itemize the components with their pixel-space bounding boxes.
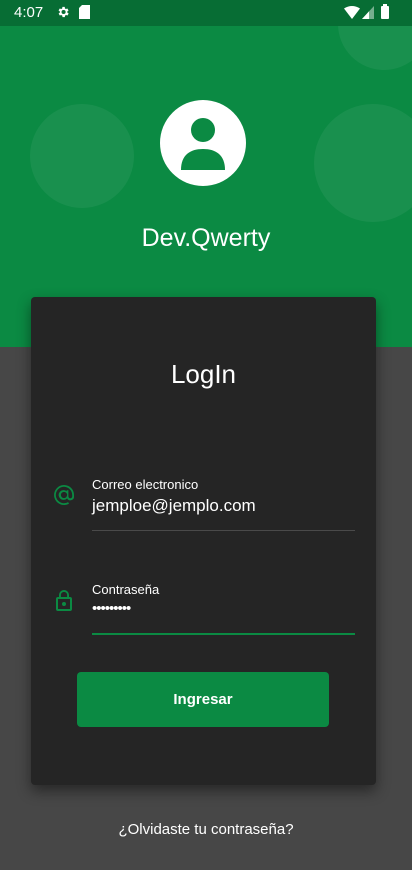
login-card: LogIn Correo electronico jemploe@jemplo.…	[31, 297, 376, 785]
email-label: Correo electronico	[92, 477, 199, 492]
forgot-password-link[interactable]: ¿Olvidaste tu contraseña?	[0, 821, 412, 838]
wifi-icon	[344, 6, 360, 19]
password-label: Contraseña	[92, 582, 160, 597]
email-underline	[92, 530, 355, 531]
login-button[interactable]: Ingresar	[77, 672, 329, 727]
email-field[interactable]: jemploe@jemplo.com	[92, 496, 256, 516]
status-time: 4:07	[14, 4, 44, 21]
lock-icon	[56, 590, 72, 611]
at-sign-icon	[54, 485, 75, 505]
battery-icon	[381, 4, 389, 19]
user-avatar-icon	[160, 100, 246, 186]
app-name: Dev.Qwerty	[141, 224, 271, 252]
status-bar: 4:07	[0, 0, 412, 26]
signal-icon	[362, 6, 374, 19]
password-underline	[92, 633, 355, 635]
gear-icon	[58, 6, 69, 18]
decorative-bubble	[314, 104, 412, 222]
sd-card-icon	[79, 5, 90, 19]
password-field[interactable]: •••••••••	[92, 600, 131, 617]
decorative-bubble	[30, 104, 134, 208]
login-title: LogIn	[170, 359, 237, 389]
